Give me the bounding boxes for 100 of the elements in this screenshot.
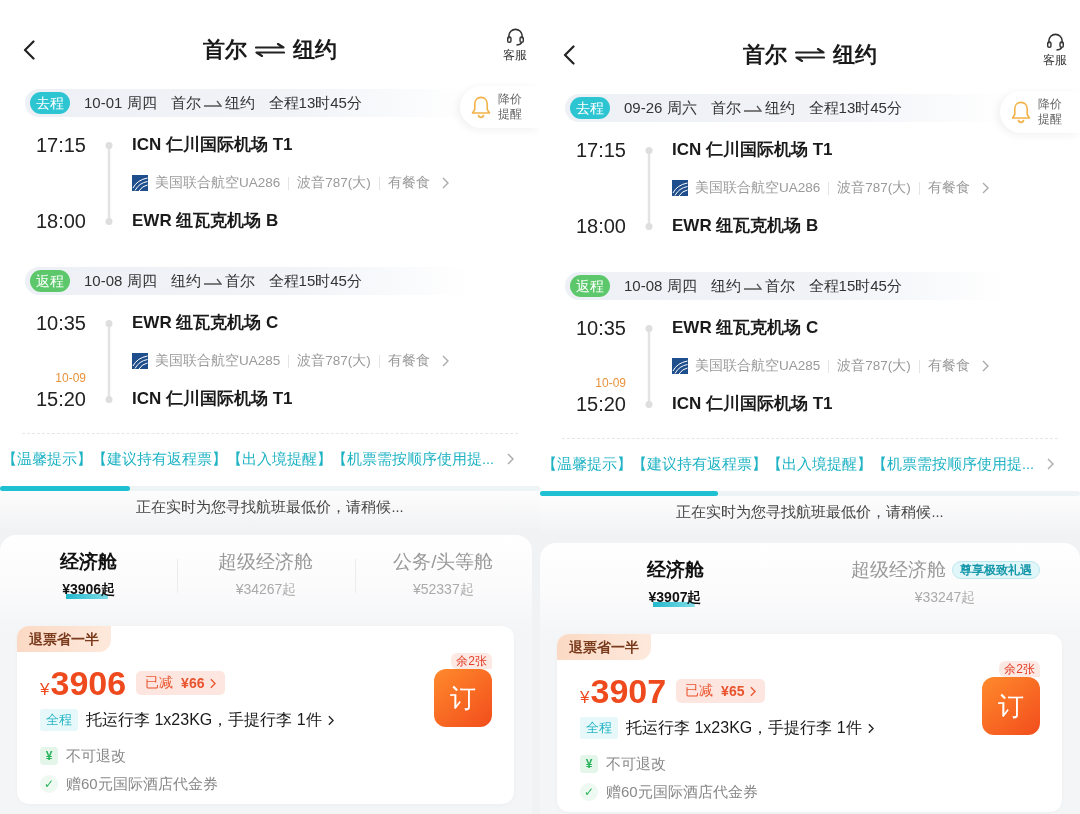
title-destination: 纽约 [833,41,877,69]
leg-date: 09-26 周六 [624,98,697,118]
chevron-right-icon [210,677,217,689]
customer-service-button[interactable]: 客服 [503,26,527,64]
arrival-time: 15:20 [35,387,86,412]
bell-icon [470,95,492,119]
aircraft-type: 波音787(大) [297,352,371,370]
headset-icon [505,26,525,46]
title-origin: 首尔 [203,36,247,64]
leg-date: 10-08 周四 [624,276,697,296]
aircraft-type: 波音787(大) [837,357,911,375]
arrival-time: 15:20 [575,392,626,417]
book-button[interactable]: 订 [434,669,492,727]
cabin-tab[interactable]: 经济舱 ¥3906起 [0,549,178,599]
airline-logo-icon [672,180,688,196]
fare-price: ¥3907 [580,671,667,712]
airline-flight: 美国联合航空UA285 [155,352,281,370]
departure-time: 10:35 [575,316,626,341]
chevron-right-icon [1047,458,1054,470]
chevron-right-icon [981,360,989,372]
back-icon[interactable] [563,45,575,65]
meal-info: 有餐食 [387,352,430,370]
back-icon[interactable] [23,40,35,60]
search-status-text: 正在实时为您寻找航班最低价，请稍候... [135,498,405,517]
route-origin: 首尔 [710,98,741,118]
leg-tag: 返程 [570,275,610,297]
notice-link[interactable]: 【温馨提示】【建议持有返程票】【出入境提醒】【机票需按顺序使用提... [540,452,1080,476]
chevron-right-icon [441,177,449,189]
headset-icon [1045,31,1065,51]
leg-date: 10-01 周四 [84,93,157,113]
arrival-airport: EWR 纽瓦克机场 B [672,215,819,237]
remaining-badge: 余2张 [999,661,1040,677]
fare-feature: 赠60元国际酒店代金券 [66,774,218,794]
book-button[interactable]: 订 [982,677,1040,735]
departure-time: 17:15 [575,138,626,163]
airline-logo-icon [132,353,148,369]
airline-logo-icon [132,175,148,191]
chevron-right-icon [867,722,874,734]
fare-price: ¥3906 [40,663,127,704]
leg-tag: 返程 [30,270,70,292]
discount-button[interactable]: 已减 ¥65 [676,679,766,703]
yen-icon: ¥ [580,755,598,773]
leg-duration: 全程15时45分 [268,271,362,291]
route-origin: 首尔 [170,93,201,113]
route-origin: 纽约 [170,271,201,291]
leg-duration: 全程13时45分 [268,93,362,113]
aircraft-type: 波音787(大) [297,174,371,192]
departure-airport: EWR 纽瓦克机场 C [132,312,279,334]
arrival-time: 18:00 [35,209,86,234]
customer-service-button[interactable]: 客服 [1043,31,1067,69]
price-alert-button[interactable]: 降价提醒 [1000,91,1080,133]
route-destination: 纽约 [764,98,795,118]
baggage-link[interactable]: 托运行李 1x23KG，手提行李 1件 [86,709,334,731]
chevron-right-icon [507,453,514,465]
refund-tag: 退票省一半 [17,626,111,652]
cabin-tab[interactable]: 经济舱 ¥3907起 [540,557,810,607]
promo-badge: 尊享极致礼遇 [951,561,1040,579]
cabin-tab[interactable]: 超级经济舱 尊享极致礼遇 ¥33247起 [810,557,1080,607]
chevron-right-icon [750,685,757,697]
airline-flight: 美国联合航空UA285 [695,357,821,375]
arrival-time: 18:00 [575,214,626,239]
notice-link[interactable]: 【温馨提示】【建议持有返程票】【出入境提醒】【机票需按顺序使用提... [0,447,540,471]
baggage-link[interactable]: 托运行李 1x23KG，手提行李 1件 [626,717,874,739]
airline-logo-icon [672,358,688,374]
fare-feature: 不可退改 [66,746,126,766]
arrival-date-note: 10-09 [595,376,626,390]
departure-time: 10:35 [35,311,86,336]
leg-duration: 全程13时45分 [808,98,902,118]
search-status-text: 正在实时为您寻找航班最低价，请稍候... [675,503,945,522]
meal-info: 有餐食 [387,174,430,192]
route-destination: 首尔 [224,271,255,291]
leg-tag: 去程 [570,97,610,119]
leg-duration: 全程15时45分 [808,276,902,296]
bell-icon [1010,100,1032,124]
check-icon: ✓ [580,783,598,801]
departure-time: 17:15 [35,133,86,158]
yen-icon: ¥ [40,747,58,765]
chevron-right-icon [327,714,334,726]
fare-feature: 不可退改 [606,754,666,774]
departure-airport: EWR 纽瓦克机场 C [672,317,819,339]
route-destination: 纽约 [224,93,255,113]
chevron-right-icon [441,355,449,367]
check-icon: ✓ [40,775,58,793]
remaining-badge: 余2张 [451,653,492,669]
title-destination: 纽约 [293,36,337,64]
leg-date: 10-08 周四 [84,271,157,291]
arrival-airport: ICN 仁川国际机场 T1 [672,393,833,415]
arrival-airport: ICN 仁川国际机场 T1 [132,388,293,410]
route-destination: 首尔 [764,276,795,296]
meal-info: 有餐食 [927,179,970,197]
discount-button[interactable]: 已减 ¥66 [136,671,226,695]
refund-tag: 退票省一半 [557,634,651,660]
leg-tag: 去程 [30,92,70,114]
arrival-date-note: 10-09 [55,371,86,385]
airline-flight: 美国联合航空UA286 [695,179,821,197]
arrival-airport: EWR 纽瓦克机场 B [132,210,279,232]
price-alert-button[interactable]: 降价提醒 [460,86,540,128]
aircraft-type: 波音787(大) [837,179,911,197]
departure-airport: ICN 仁川国际机场 T1 [672,139,833,161]
title-origin: 首尔 [743,41,787,69]
